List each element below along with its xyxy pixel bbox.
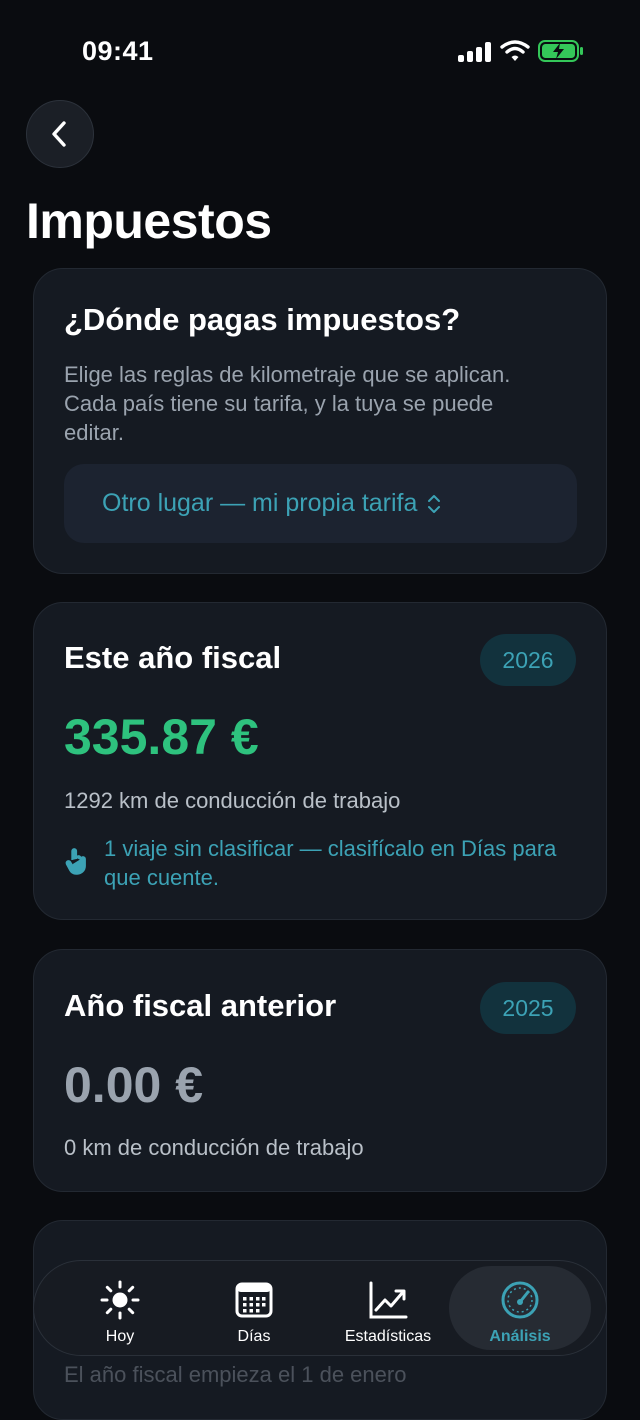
previous-fiscal-year-title: Año fiscal anterior [64,988,337,1023]
tab-hoy-label: Hoy [105,1328,135,1345]
chevron-up-down-icon [428,494,441,513]
battery-charging-icon [538,40,583,62]
sun-icon [100,1280,140,1320]
tab-dias[interactable]: Días [183,1266,325,1350]
current-year-amount: 335.87 € [64,709,259,765]
previous-year-badge: 2025 [480,982,576,1034]
tab-bar: Hoy Días Estadísticas Análisis [33,1260,607,1356]
current-fiscal-year-title: Este año fiscal [64,640,282,675]
previous-year-amount: 0.00 € [64,1057,204,1113]
status-time: 09:41 [82,36,154,66]
calendar-icon [235,1282,273,1318]
tab-hoy[interactable]: Hoy [49,1266,191,1350]
wifi-icon [500,40,530,61]
chevron-left-icon [52,121,66,147]
unclassified-trip-text: 1 viaje sin clasificar — clasifícalo en … [104,836,557,890]
tab-analisis-label: Análisis [489,1328,551,1345]
current-year-km: 1292 km de conducción de trabajo [64,788,401,813]
tax-region-selected-value: Otro lugar — mi propia tarifa [102,489,418,517]
back-button[interactable] [26,100,94,168]
tax-region-title: ¿Dónde pagas impuestos? [64,302,461,337]
hand-tap-icon [65,848,86,875]
status-bar: 09:41 [0,0,640,100]
tab-estadisticas[interactable]: Estadísticas [317,1266,459,1350]
fiscal-year-start-note: El año fiscal empieza el 1 de enero [64,1362,407,1387]
chart-icon [369,1281,408,1319]
previous-year-km: 0 km de conducción de trabajo [64,1135,364,1160]
cellular-signal-icon [458,42,492,62]
tax-region-selector[interactable]: Otro lugar — mi propia tarifa [64,464,577,543]
tab-dias-label: Días [237,1328,271,1345]
gauge-icon [501,1281,539,1319]
tab-estadisticas-label: Estadísticas [344,1328,432,1345]
tab-analisis[interactable]: Análisis [449,1266,591,1350]
page-title: Impuestos [26,193,272,249]
current-year-badge: 2026 [480,634,576,686]
tax-region-description: Elige las reglas de kilometraje que se a… [64,362,511,445]
